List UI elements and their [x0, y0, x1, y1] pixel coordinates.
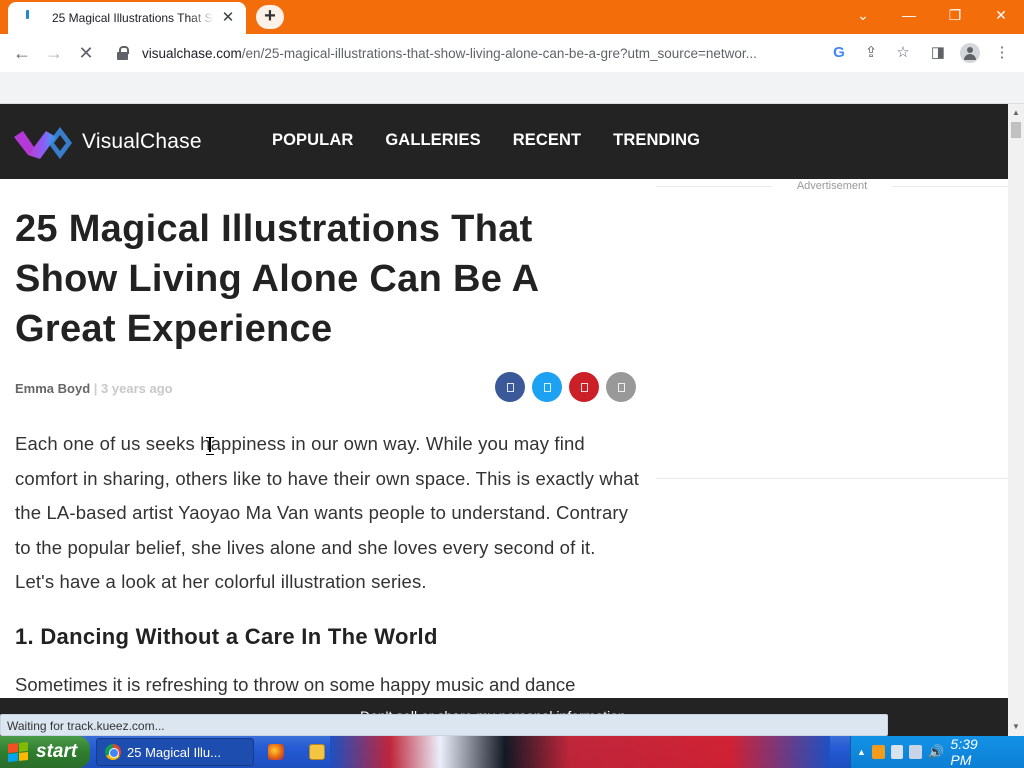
twitter-share-icon[interactable]	[532, 372, 562, 402]
taskbar-window-label: 25 Magical Illu...	[127, 744, 221, 760]
section-1-text: Sometimes it is refreshing to throw on s…	[15, 673, 576, 695]
infobar	[0, 72, 1024, 104]
advertisement-label: Advertisement	[772, 180, 892, 192]
pinterest-share-icon[interactable]	[569, 372, 599, 402]
url-host: visualchase.com	[142, 45, 242, 61]
taskbar: start 25 Magical Illu... ▲ 🔊 5:39 PM	[0, 736, 1024, 768]
google-lens-icon[interactable]: G	[826, 41, 852, 65]
section-1-heading: 1. Dancing Without a Care In The World	[15, 623, 438, 649]
publish-time: 3 years ago	[101, 381, 173, 396]
nav-popular[interactable]: POPULAR	[272, 131, 353, 150]
article-title: 25 Magical Illustrations That Show Livin…	[15, 208, 538, 350]
url-path: /en/25-magical-illustrations-that-show-l…	[241, 45, 757, 61]
system-tray: ▲ 🔊 5:39 PM	[850, 736, 1024, 768]
tab-close-icon[interactable]: ✕	[220, 10, 236, 26]
page-scrollbar[interactable]: ▲ ▼	[1008, 104, 1024, 736]
nav-trending[interactable]: TRENDING	[613, 131, 700, 150]
volume-icon[interactable]: 🔊	[928, 744, 944, 760]
browser-tab-strip: 25 Magical Illustrations That Show Livin…	[0, 0, 1024, 34]
stop-loading-button[interactable]: ✕	[73, 41, 99, 65]
chrome-menu-icon[interactable]: ⋮	[989, 41, 1015, 65]
network-icon[interactable]	[890, 745, 904, 759]
url-text[interactable]: visualchase.com/en/25-magical-illustrati…	[142, 46, 820, 61]
site-header: VisualChase POPULAR GALLERIES RECENT TRE…	[0, 104, 1008, 179]
windows-flag-icon	[8, 741, 28, 763]
tab-title: 25 Magical Illustrations That Show Livin…	[52, 11, 214, 25]
article-intro: Each one of us seeks happiness in our ow…	[15, 433, 640, 592]
main-nav: POPULAR GALLERIES RECENT TRENDING	[272, 131, 700, 150]
scroll-thumb[interactable]	[1011, 122, 1021, 138]
side-panel-icon[interactable]: ◨	[925, 41, 951, 65]
share-buttons	[495, 372, 636, 402]
new-tab-button[interactable]: +	[256, 5, 284, 29]
lock-icon[interactable]	[116, 46, 130, 60]
profile-avatar[interactable]	[957, 41, 983, 65]
scroll-up-icon[interactable]: ▲	[1012, 108, 1020, 117]
loading-favicon-icon	[22, 10, 38, 26]
start-button[interactable]: start	[0, 736, 90, 768]
taskbar-chrome-window[interactable]: 25 Magical Illu...	[96, 738, 254, 766]
ad-divider-bottom	[656, 478, 1008, 479]
tab-search-icon[interactable]: ⌄	[840, 0, 886, 30]
display-icon[interactable]	[909, 745, 923, 759]
browser-toolbar: ← → ✕ visualchase.com/en/25-magical-illu…	[0, 34, 1024, 72]
site-logo-text: VisualChase	[82, 130, 202, 153]
text-cursor-icon	[206, 436, 214, 455]
bookmark-star-icon[interactable]: ☆	[890, 41, 916, 65]
start-label: start	[36, 741, 78, 762]
close-window-button[interactable]: ✕	[978, 0, 1024, 30]
email-share-icon[interactable]	[606, 372, 636, 402]
firefox-quicklaunch-icon[interactable]	[268, 744, 284, 760]
meta-separator: |	[93, 381, 98, 396]
visualchase-logo-icon	[14, 127, 72, 159]
back-button[interactable]: ←	[9, 41, 35, 65]
share-icon[interactable]: ⇪	[858, 41, 884, 65]
taskbar-background	[330, 736, 830, 768]
folder-quicklaunch-icon[interactable]	[309, 744, 325, 760]
site-logo[interactable]: VisualChase	[14, 125, 202, 159]
tray-expand-icon[interactable]: ▲	[857, 747, 866, 757]
web-page: VisualChase POPULAR GALLERIES RECENT TRE…	[0, 104, 1008, 698]
article-meta: Emma Boyd | 3 years ago	[15, 372, 640, 406]
browser-tab[interactable]: 25 Magical Illustrations That Show Livin…	[8, 2, 246, 34]
article: 25 Magical Illustrations That Show Livin…	[15, 204, 640, 698]
clock: 5:39 PM	[950, 736, 978, 768]
nav-recent[interactable]: RECENT	[513, 131, 581, 150]
tray-app-icon[interactable]	[871, 745, 885, 759]
facebook-share-icon[interactable]	[495, 372, 525, 402]
scroll-down-icon[interactable]: ▼	[1012, 722, 1020, 731]
author-name[interactable]: Emma Boyd	[15, 381, 90, 396]
restore-button[interactable]: ❐	[932, 0, 978, 30]
status-bubble: Waiting for track.kueez.com...	[0, 714, 888, 736]
nav-galleries[interactable]: GALLERIES	[385, 131, 480, 150]
forward-button[interactable]: →	[41, 41, 67, 65]
address-bar[interactable]: visualchase.com/en/25-magical-illustrati…	[108, 38, 924, 68]
chrome-icon	[105, 744, 121, 760]
minimize-button[interactable]: —	[886, 0, 932, 30]
